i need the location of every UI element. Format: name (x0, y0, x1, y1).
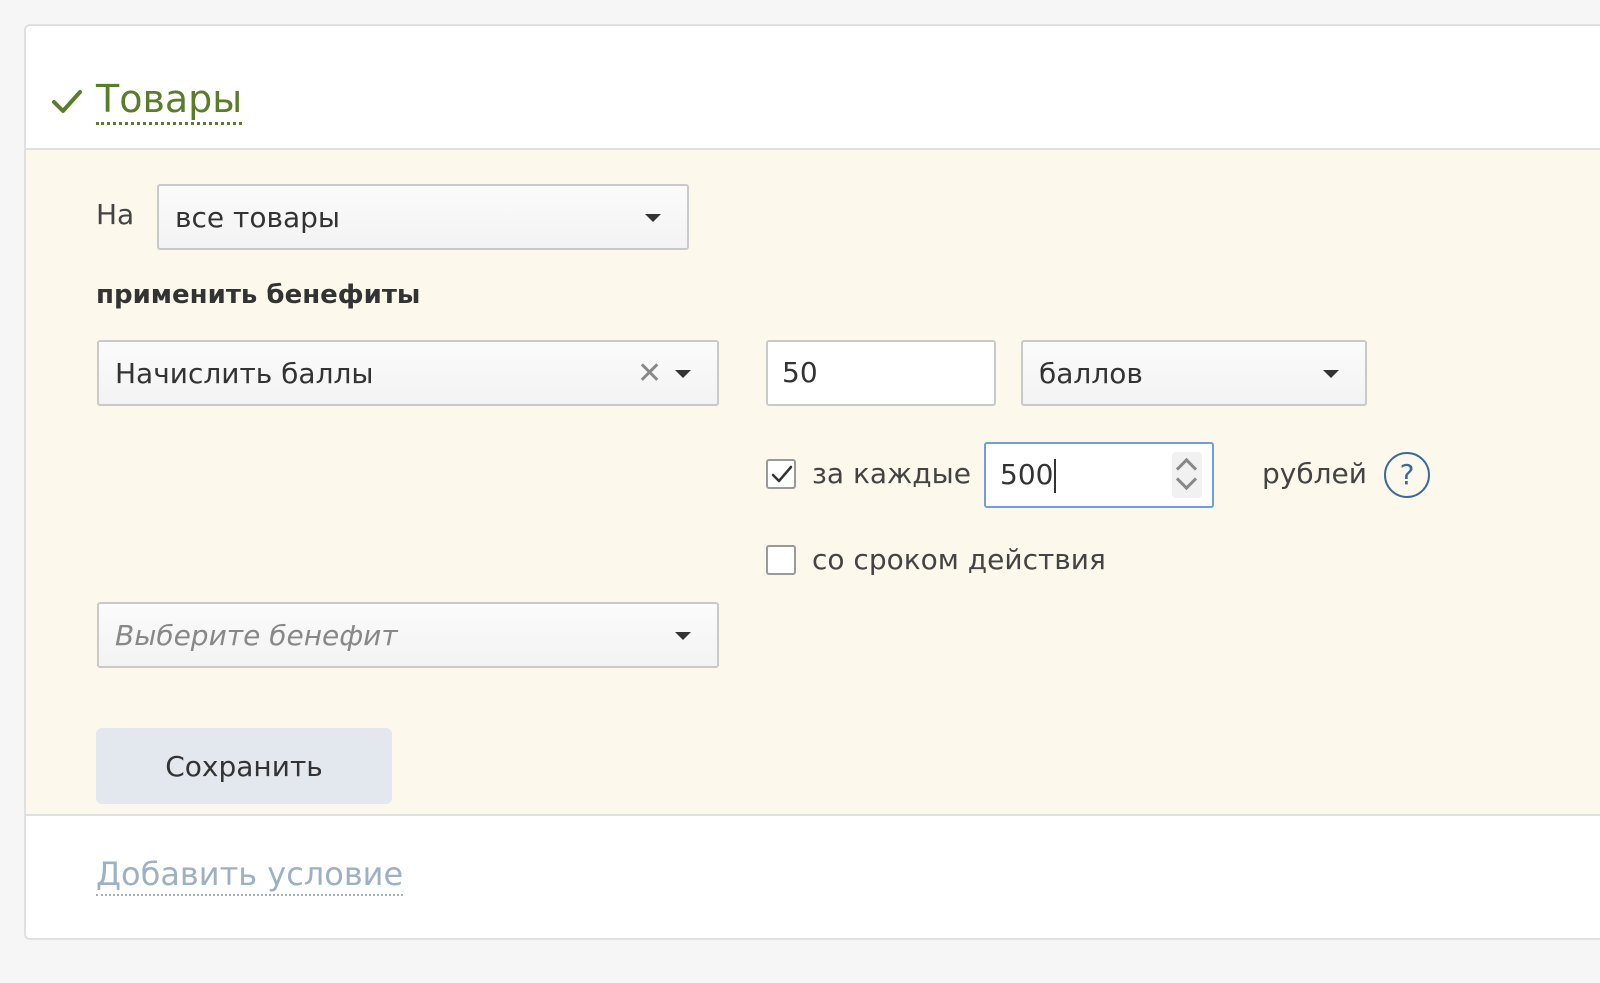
save-button[interactable]: Сохранить (96, 728, 392, 804)
target-select-value: все товары (175, 201, 341, 234)
per-each-label: за каждые (812, 457, 971, 490)
chevron-down-icon (675, 632, 691, 640)
chevron-down-icon (645, 214, 661, 222)
unit-select[interactable]: баллов (1021, 340, 1367, 406)
per-each-input[interactable]: 500 (984, 442, 1214, 508)
checkmark-icon (771, 465, 793, 483)
chevron-down-icon (1323, 370, 1339, 378)
expiry-label: со сроком действия (812, 543, 1106, 576)
per-each-input-value: 500 (1000, 458, 1054, 491)
condition-body: На все товары применить бенефиты Начисли… (26, 150, 1600, 816)
benefit-type-value: Начислить баллы (115, 357, 374, 390)
condition-panel: Товары На все товары применить бенефиты … (24, 24, 1600, 940)
benefit-type-select[interactable]: Начислить баллы ✕ (97, 340, 719, 406)
help-icon-glyph: ? (1399, 458, 1415, 491)
amount-input-value: 50 (782, 356, 818, 389)
benefits-label: применить бенефиты (96, 280, 421, 310)
text-cursor (1054, 459, 1057, 493)
number-spinner[interactable] (1172, 452, 1202, 498)
section-title[interactable]: Товары (96, 76, 243, 125)
check-icon (52, 90, 82, 113)
per-each-checkbox[interactable] (766, 459, 796, 489)
expiry-checkbox[interactable] (766, 545, 796, 575)
clear-icon[interactable]: ✕ (637, 359, 662, 389)
target-select[interactable]: все товары (157, 184, 689, 250)
section-header: Товары (26, 26, 1600, 150)
chevron-down-icon (675, 370, 691, 378)
unit-select-value: баллов (1039, 357, 1143, 390)
on-label: На (96, 198, 135, 231)
currency-label: рублей (1262, 457, 1367, 490)
new-benefit-select[interactable]: Выберите бенефит (97, 602, 719, 668)
add-condition-link[interactable]: Добавить условие (96, 854, 404, 896)
help-icon[interactable]: ? (1384, 452, 1430, 498)
new-benefit-placeholder: Выберите бенефит (115, 619, 398, 652)
amount-input[interactable]: 50 (766, 340, 996, 406)
